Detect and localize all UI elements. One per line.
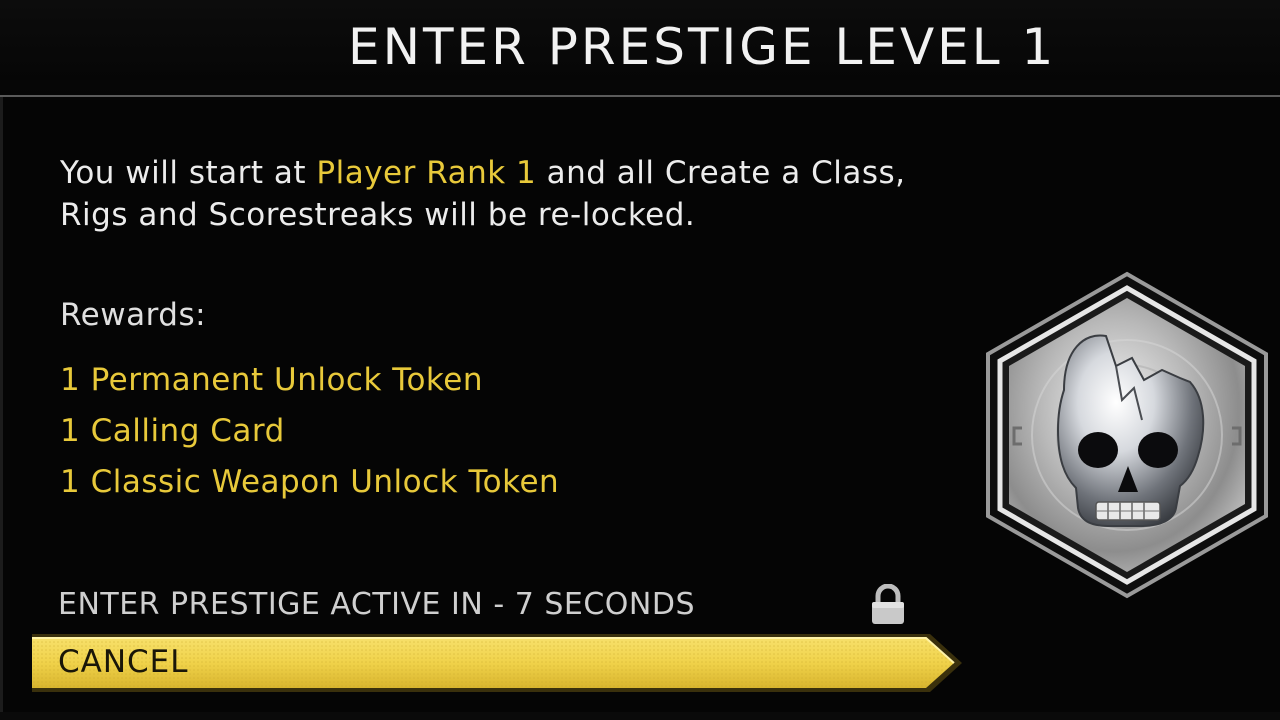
prestige-dialog: ENTER PRESTIGE LEVEL 1 You will start at… bbox=[0, 0, 1280, 720]
description-highlight: Player Rank 1 bbox=[316, 155, 537, 191]
countdown-status: ENTER PRESTIGE ACTIVE IN - 7 SECONDS bbox=[58, 587, 695, 622]
panel-edge bbox=[0, 97, 3, 720]
prestige-description: You will start at Player Rank 1 and all … bbox=[60, 152, 940, 236]
rewards-heading: Rewards: bbox=[60, 297, 207, 333]
cancel-button[interactable]: CANCEL bbox=[32, 632, 964, 694]
description-prefix: You will start at bbox=[60, 155, 317, 191]
prestige-skull-emblem bbox=[984, 270, 1270, 600]
reward-item: 1 Permanent Unlock Token bbox=[60, 362, 483, 398]
reward-item: 1 Calling Card bbox=[60, 413, 285, 449]
header-divider bbox=[0, 95, 1280, 97]
header-bar: ENTER PRESTIGE LEVEL 1 bbox=[0, 0, 1280, 96]
cancel-button-label: CANCEL bbox=[58, 644, 189, 680]
reward-item: 1 Classic Weapon Unlock Token bbox=[60, 464, 560, 500]
bottom-edge bbox=[0, 712, 1280, 720]
lock-icon bbox=[868, 583, 908, 626]
page-title: ENTER PRESTIGE LEVEL 1 bbox=[348, 18, 1057, 76]
rewards-list: 1 Permanent Unlock Token 1 Calling Card … bbox=[60, 355, 559, 508]
